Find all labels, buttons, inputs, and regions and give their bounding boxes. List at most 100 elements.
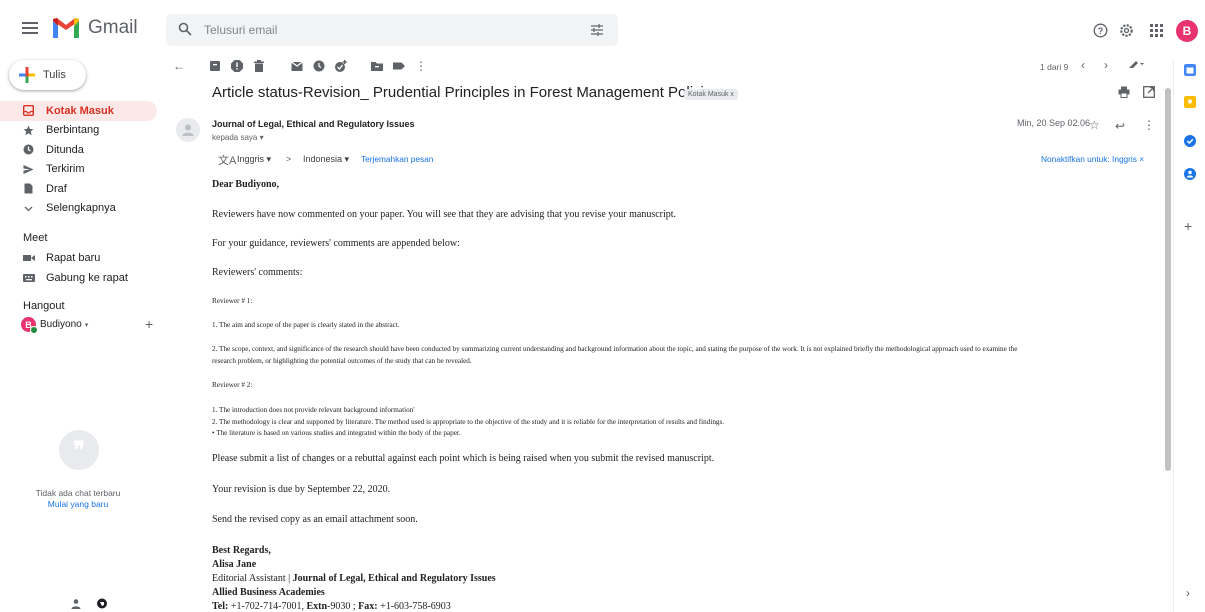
reviewer-comment: 1. The aim and scope of the paper is cle… <box>212 321 400 329</box>
email-paragraph: Send the revised copy as an email attach… <box>212 514 418 525</box>
hangout-chat-icon[interactable] <box>96 598 108 610</box>
account-avatar[interactable]: B <box>1176 20 1198 42</box>
email-scrollbar[interactable] <box>1165 88 1171 471</box>
signature-name: Alisa Jane <box>212 559 257 570</box>
tel-number: +1-702-714-7001, <box>228 601 307 612</box>
translate-bar: 文A Inggris ▾ > Indonesia ▾ Terjemahkan p… <box>212 154 1156 167</box>
apps-grid-icon[interactable] <box>1146 20 1166 40</box>
meet-item-label: Rapat baru <box>46 252 101 264</box>
hangout-avatar: B <box>21 317 38 334</box>
sidebar-nav: Kotak Masuk Berbintang Ditunda Terkirim … <box>0 101 160 218</box>
search-bar[interactable] <box>166 14 618 46</box>
hangout-user-dropdown-icon[interactable]: ▾ <box>85 321 89 329</box>
draft-icon <box>24 183 33 194</box>
mark-unread-icon[interactable] <box>290 59 304 73</box>
sidebar-item-snoozed[interactable]: Ditunda <box>0 140 157 160</box>
meet-new-meeting[interactable]: Rapat baru <box>23 251 100 265</box>
show-side-panel-chevron-icon[interactable]: › <box>1186 586 1190 600</box>
extn-label: Extn <box>306 601 328 612</box>
compose-button[interactable]: Tulis <box>9 60 86 90</box>
star-email-icon[interactable]: ☆ <box>1089 118 1100 132</box>
source-language-select[interactable]: Inggris ▾ <box>237 154 271 165</box>
sidebar-item-inbox[interactable]: Kotak Masuk <box>0 101 157 121</box>
reviewer-comment: 1. The introduction does not provide rel… <box>212 406 415 414</box>
back-arrow-icon[interactable]: ← <box>172 59 186 73</box>
open-in-new-window-icon[interactable] <box>1143 86 1155 98</box>
archive-icon[interactable] <box>208 59 222 73</box>
signature-organization: Allied Business Academies <box>212 587 325 598</box>
keyboard-icon <box>23 274 35 282</box>
target-language-select[interactable]: Indonesia ▾ <box>303 154 349 165</box>
sender-name[interactable]: Journal of Legal, Ethical and Regulatory… <box>212 119 415 129</box>
search-options-icon[interactable] <box>590 23 604 37</box>
signature-regards: Best Regards, <box>212 545 271 556</box>
meet-item-label: Gabung ke rapat <box>46 272 128 284</box>
start-new-chat-link[interactable]: Mulai yang baru <box>0 499 156 509</box>
reviewer-comment: • The literature is based on various stu… <box>212 429 461 437</box>
tel-label: Tel: <box>212 601 229 612</box>
sidebar-item-more[interactable]: Selengkapnya <box>0 199 157 219</box>
email-paragraph: Reviewers have now commented on your pap… <box>212 209 677 220</box>
print-icon[interactable] <box>1118 86 1130 98</box>
keep-icon[interactable] <box>1184 96 1196 108</box>
pagination-text: 1 dari 9 <box>1040 62 1069 72</box>
email-more-icon[interactable]: ⋮ <box>1143 118 1155 132</box>
contacts-icon[interactable] <box>1184 168 1196 180</box>
help-icon[interactable]: ? <box>1090 20 1110 40</box>
translate-icon: 文A <box>218 155 237 167</box>
add-addon-plus-icon[interactable]: + <box>1184 219 1196 233</box>
inbox-label-chip[interactable]: Kotak Masuk x <box>684 89 738 100</box>
snooze-clock-icon[interactable] <box>312 59 326 73</box>
contacts-person-icon[interactable] <box>70 598 82 610</box>
translate-message-link[interactable]: Terjemahkan pesan <box>361 154 433 164</box>
report-spam-icon[interactable] <box>230 59 244 73</box>
label-tag-icon[interactable] <box>392 59 406 73</box>
add-to-tasks-icon[interactable] <box>334 59 348 73</box>
reviewer-comment: 2. The scope, context, and significance … <box>212 345 1018 353</box>
input-tools-pen-icon[interactable] <box>1128 59 1144 69</box>
email-toolbar: ← ⋮ <box>166 56 1156 78</box>
no-chat-text: Tidak ada chat terbaru <box>35 488 121 498</box>
email-paragraph: Your revision is due by September 22, 20… <box>212 484 391 495</box>
search-input[interactable] <box>204 14 584 46</box>
side-panel: + <box>1173 60 1205 612</box>
disable-translation-link[interactable]: Nonaktifkan untuk: Inggris × <box>1041 154 1144 164</box>
sidebar-item-label: Ditunda <box>46 143 84 156</box>
hangout-section-title: Hangout <box>23 300 65 312</box>
hangout-user[interactable]: B Budiyono ▾ <box>21 317 89 334</box>
delete-icon[interactable] <box>252 59 266 73</box>
recipient-details[interactable]: kepada saya ▾ <box>212 133 264 142</box>
sender-avatar[interactable] <box>176 118 200 142</box>
main-menu-icon[interactable] <box>22 22 38 34</box>
more-options-icon[interactable]: ⋮ <box>414 59 428 73</box>
sidebar-item-label: Kotak Masuk <box>46 104 114 117</box>
signature-contact-line: Tel: +1-702-714-7001, Extn-9030 ; Fax: +… <box>212 601 451 612</box>
calendar-icon[interactable] <box>1184 64 1196 76</box>
next-page-icon[interactable]: › <box>1104 58 1108 72</box>
sidebar-item-sent[interactable]: Terkirim <box>0 160 157 180</box>
settings-gear-icon[interactable] <box>1116 20 1136 40</box>
reply-icon[interactable]: ↩ <box>1115 119 1125 133</box>
email-greeting: Dear Budiyono, <box>212 179 280 190</box>
meet-join-meeting[interactable]: Gabung ke rapat <box>23 271 128 285</box>
tasks-icon[interactable] <box>1184 135 1196 147</box>
gmail-logo[interactable]: Gmail <box>52 17 138 39</box>
reviewer-comment: research problem, or highlighting the po… <box>212 357 472 365</box>
sidebar-item-label: Selengkapnya <box>46 202 116 215</box>
reviewer-comment: 2. The methodology is clear and supporte… <box>212 418 725 426</box>
move-to-folder-icon[interactable] <box>370 59 384 73</box>
send-icon <box>23 164 34 174</box>
sidebar-item-starred[interactable]: Berbintang <box>0 121 157 141</box>
add-hangout-icon[interactable]: + <box>145 316 153 332</box>
previous-page-icon[interactable]: ‹ <box>1081 58 1085 72</box>
email-date: Min, 20 Sep 02.06 <box>1017 118 1091 128</box>
star-icon <box>23 125 34 135</box>
meet-section-title: Meet <box>23 232 48 244</box>
chevron-down-icon <box>24 206 33 211</box>
search-icon[interactable] <box>178 22 192 36</box>
chat-bubble-icon: ❞ <box>59 430 99 470</box>
compose-label: Tulis <box>43 69 66 81</box>
hangout-user-name: Budiyono <box>40 319 82 330</box>
signature-role-line: Editorial Assistant | Journal of Legal, … <box>212 573 496 584</box>
sidebar-item-drafts[interactable]: Draf <box>0 179 157 199</box>
